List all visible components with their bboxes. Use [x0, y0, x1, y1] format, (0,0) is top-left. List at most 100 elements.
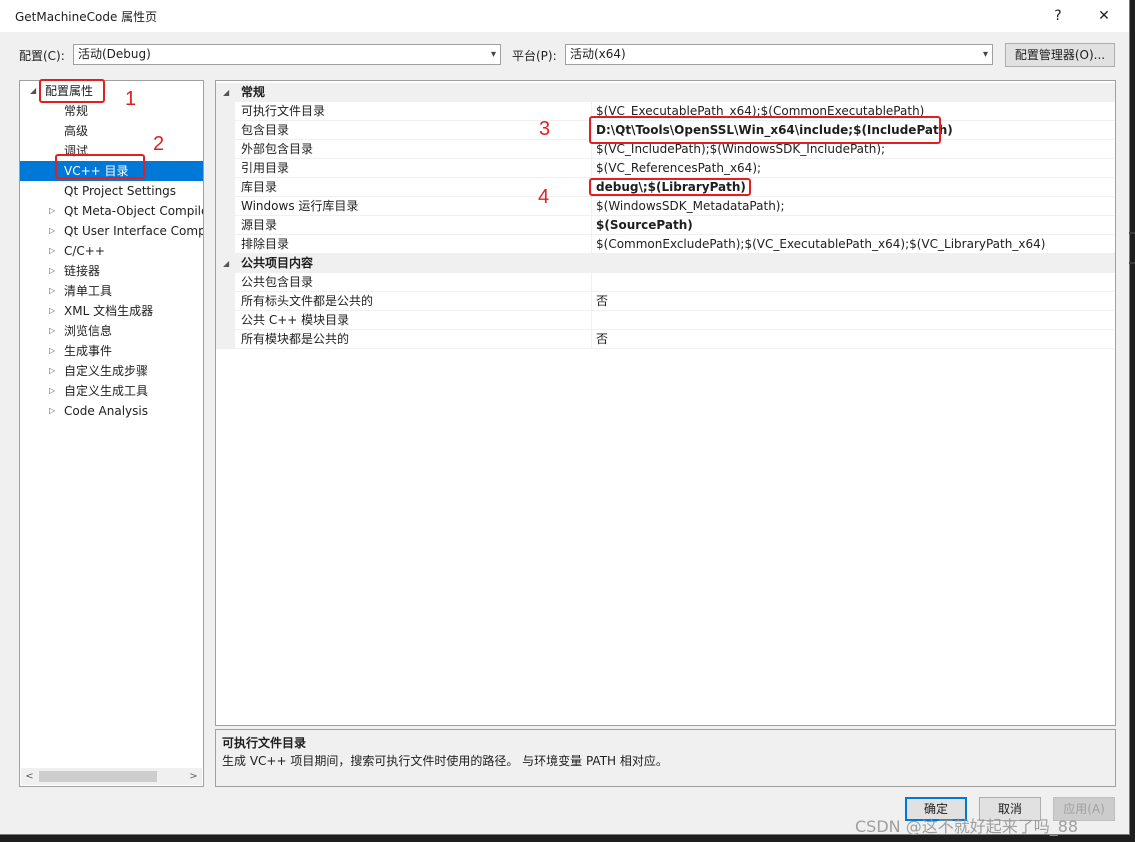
- annotation-box-3: [589, 116, 941, 144]
- tree-item-label: XML 文档生成器: [64, 304, 154, 318]
- row-divider: [235, 348, 1115, 349]
- row-margin: [216, 330, 235, 349]
- tree-item-label: Qt Project Settings: [64, 184, 177, 198]
- config-select[interactable]: 活动(Debug) ▾: [73, 44, 501, 65]
- property-row[interactable]: 公共包含目录: [216, 273, 1115, 292]
- row-margin: [216, 121, 235, 140]
- column-separator: [591, 159, 592, 178]
- tree-item[interactable]: ▷ XML 文档生成器: [20, 301, 203, 321]
- column-separator: [591, 273, 592, 292]
- tree-item[interactable]: ▷ Qt User Interface Compiler: [20, 221, 203, 241]
- scroll-thumb[interactable]: [39, 771, 157, 782]
- window-title: GetMachineCode 属性页: [15, 10, 158, 24]
- row-margin: [216, 216, 235, 235]
- row-margin: [216, 292, 235, 311]
- platform-select-value: 活动(x64): [570, 47, 626, 61]
- tree-item-label: 常规: [64, 104, 89, 118]
- property-name: 公共 C++ 模块目录: [241, 313, 350, 327]
- property-value[interactable]: $(SourcePath): [596, 216, 1111, 235]
- property-name: 所有标头文件都是公共的: [241, 294, 374, 308]
- column-separator: [591, 235, 592, 254]
- property-row[interactable]: 引用目录 $(VC_ReferencesPath_x64);: [216, 159, 1115, 178]
- property-row[interactable]: 排除目录 $(CommonExcludePath);$(VC_Executable…: [216, 235, 1115, 254]
- property-row[interactable]: 所有模块都是公共的 否: [216, 330, 1115, 349]
- annotation-number-1: 1: [125, 88, 137, 110]
- column-separator: [591, 197, 592, 216]
- tree-item-label: Qt User Interface Compiler: [64, 224, 203, 238]
- property-value[interactable]: 否: [596, 330, 1111, 349]
- help-button[interactable]: ?: [1042, 4, 1074, 28]
- expand-arrow-icon[interactable]: ▷: [49, 221, 55, 241]
- tree-item[interactable]: ▷ 自定义生成工具: [20, 381, 203, 401]
- tree-item[interactable]: 常规: [20, 101, 203, 121]
- column-separator: [591, 311, 592, 330]
- configuration-bar: 配置(C): 活动(Debug) ▾ 平台(P): 活动(x64) ▾ 配置管理…: [0, 40, 1129, 70]
- tree-item[interactable]: ▷ 生成事件: [20, 341, 203, 361]
- tree-item-label: Qt Meta-Object Compiler: [64, 204, 203, 218]
- tree-item-label: 链接器: [64, 264, 101, 278]
- property-value[interactable]: $(CommonExcludePath);$(VC_ExecutablePath…: [596, 235, 1111, 254]
- property-name: 引用目录: [241, 161, 290, 175]
- tree-item-label: 自定义生成工具: [64, 384, 149, 398]
- expand-arrow-icon[interactable]: ▷: [49, 301, 55, 321]
- tree-item[interactable]: ▷ 清单工具: [20, 281, 203, 301]
- tree-item[interactable]: Qt Project Settings: [20, 181, 203, 201]
- annotation-number-2: 2: [153, 133, 165, 155]
- property-value[interactable]: 否: [596, 292, 1111, 311]
- grid-category[interactable]: ◢ 常规: [216, 83, 1115, 102]
- tree-item[interactable]: ▷ C/C++: [20, 241, 203, 261]
- title-bar: GetMachineCode 属性页 ? ✕: [0, 0, 1129, 32]
- collapse-arrow-icon[interactable]: ◢: [30, 81, 36, 101]
- property-name: 外部包含目录: [241, 142, 314, 156]
- config-manager-button[interactable]: 配置管理器(O)...: [1005, 43, 1115, 67]
- expand-arrow-icon[interactable]: ▷: [49, 241, 55, 261]
- property-name: 排除目录: [241, 237, 290, 251]
- expand-arrow-icon[interactable]: ▷: [49, 381, 55, 401]
- description-panel: 可执行文件目录 生成 VC++ 项目期间，搜索可执行文件时使用的路径。 与环境变…: [215, 729, 1116, 787]
- property-row[interactable]: 所有标头文件都是公共的 否: [216, 292, 1115, 311]
- tree-item[interactable]: ▷ 链接器: [20, 261, 203, 281]
- tree-horizontal-scrollbar[interactable]: < >: [21, 768, 202, 785]
- row-margin: [216, 102, 235, 121]
- scroll-right-icon[interactable]: >: [185, 768, 202, 785]
- property-value[interactable]: $(VC_ReferencesPath_x64);: [596, 159, 1111, 178]
- grid-category-label: 常规: [241, 85, 266, 99]
- expand-arrow-icon[interactable]: ▷: [49, 361, 55, 381]
- tree-item[interactable]: ▷ Qt Meta-Object Compiler: [20, 201, 203, 221]
- annotation-box-2: [55, 154, 145, 179]
- description-text: 生成 VC++ 项目期间，搜索可执行文件时使用的路径。 与环境变量 PATH 相…: [222, 754, 668, 768]
- close-button[interactable]: ✕: [1088, 4, 1120, 28]
- expand-arrow-icon[interactable]: ▷: [49, 401, 55, 421]
- tree-item[interactable]: ▷ Code Analysis: [20, 401, 203, 421]
- column-separator: [591, 216, 592, 235]
- property-name: 所有模块都是公共的: [241, 332, 350, 346]
- collapse-arrow-icon[interactable]: ◢: [223, 83, 229, 102]
- row-margin: [216, 140, 235, 159]
- expand-arrow-icon[interactable]: ▷: [49, 341, 55, 361]
- expand-arrow-icon[interactable]: ▷: [49, 261, 55, 281]
- tree-item-label: C/C++: [64, 244, 105, 258]
- tree-item[interactable]: ▷ 浏览信息: [20, 321, 203, 341]
- property-grid[interactable]: ◢ 常规 可执行文件目录 $(VC_ExecutablePath_x64);$(Com…: [215, 80, 1116, 726]
- property-row[interactable]: 公共 C++ 模块目录: [216, 311, 1115, 330]
- row-margin: [216, 273, 235, 292]
- property-name: 公共包含目录: [241, 275, 314, 289]
- property-tree[interactable]: ◢ 配置属性 常规 高级 调试 VC++ 目录 Qt Project Settings ▷ Qt…: [19, 80, 204, 787]
- row-margin: [216, 235, 235, 254]
- collapse-arrow-icon[interactable]: ◢: [223, 254, 229, 273]
- annotation-number-4: 4: [538, 186, 550, 208]
- property-row[interactable]: 源目录 $(SourcePath): [216, 216, 1115, 235]
- tree-item[interactable]: ▷ 自定义生成步骤: [20, 361, 203, 381]
- expand-arrow-icon[interactable]: ▷: [49, 281, 55, 301]
- scroll-left-icon[interactable]: <: [21, 768, 38, 785]
- tree-item[interactable]: 高级: [20, 121, 203, 141]
- column-separator: [591, 330, 592, 349]
- expand-arrow-icon[interactable]: ▷: [49, 321, 55, 341]
- row-margin: [216, 311, 235, 330]
- tree-item-label: 生成事件: [64, 344, 113, 358]
- platform-select[interactable]: 活动(x64) ▾: [565, 44, 993, 65]
- property-row[interactable]: Windows 运行库目录 $(WindowsSDK_MetadataPath);: [216, 197, 1115, 216]
- expand-arrow-icon[interactable]: ▷: [49, 201, 55, 221]
- property-value[interactable]: $(WindowsSDK_MetadataPath);: [596, 197, 1111, 216]
- grid-category[interactable]: ◢ 公共项目内容: [216, 254, 1115, 273]
